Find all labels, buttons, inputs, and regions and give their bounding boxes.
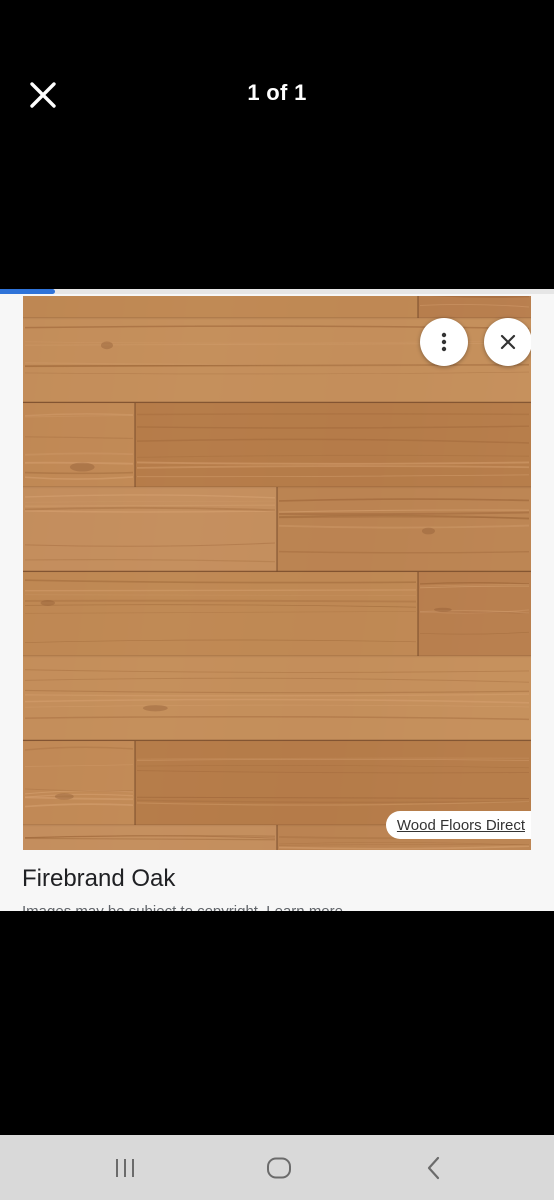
system-nav-bar [0,1135,554,1200]
image-title[interactable]: Firebrand Oak [22,865,175,893]
wood-floor-image[interactable]: Wood Floors Direct [23,296,531,850]
recent-apps-icon [116,1158,134,1177]
dismiss-button[interactable] [484,318,531,366]
home-icon [267,1157,291,1178]
close-icon [500,334,516,350]
recent-apps-button[interactable] [85,1135,165,1200]
source-link[interactable]: Wood Floors Direct [385,811,531,839]
more-options-button[interactable] [420,318,468,366]
copyright-notice: Images may be subject to copyright. Lear… [22,903,343,911]
progress-fill [0,289,56,294]
progress-bar [0,289,554,294]
top-bar: 1 of 1 [0,0,554,190]
image-counter: 1 of 1 [247,80,307,105]
back-button[interactable] [394,1135,474,1200]
home-button[interactable] [239,1135,319,1200]
more-vertical-icon [441,332,447,352]
back-icon [427,1156,440,1179]
image-panel: Wood Floors Direct Firebrand Oak Images … [0,289,554,911]
